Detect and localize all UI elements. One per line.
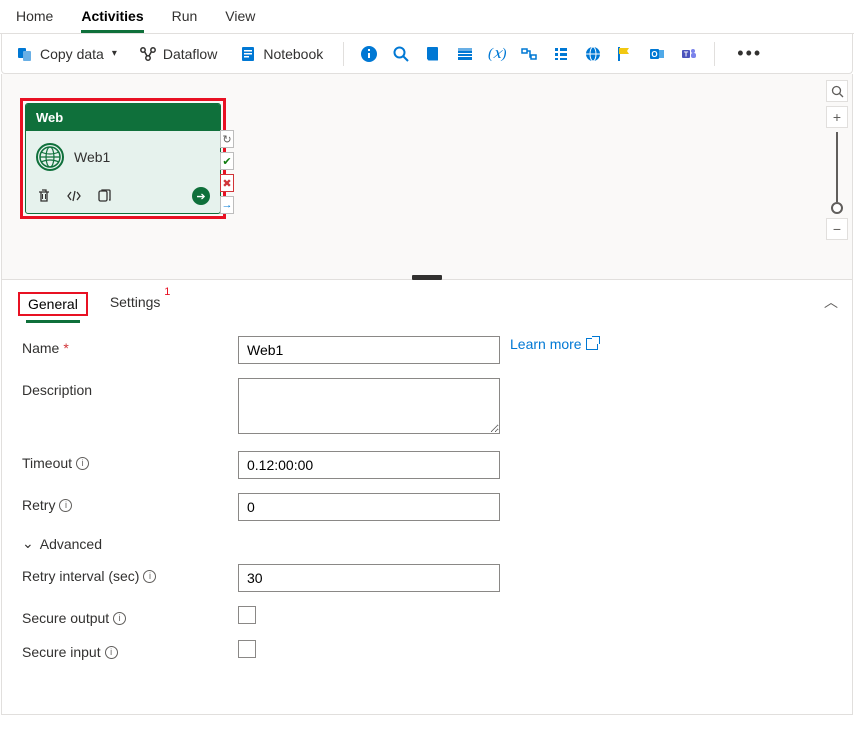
timeout-input[interactable]	[238, 451, 500, 479]
secure-input-checkbox[interactable]	[238, 640, 256, 658]
chevron-down-icon: ⌄	[22, 535, 34, 552]
connector-completion-icon[interactable]: →	[220, 196, 234, 214]
node-name: Web1	[74, 149, 110, 165]
properties-tabs: General Settings 1 ︿	[2, 280, 852, 318]
activities-toolbar: Copy data ▾ Dataflow Notebook (𝑥) O T ••…	[1, 34, 853, 74]
more-button[interactable]: •••	[731, 43, 768, 64]
activity-node-web[interactable]: Web Web1 ➔ ↻ ✔ ✖ →	[25, 103, 221, 214]
outlook-icon[interactable]: O	[648, 45, 666, 63]
highlight-general-tab: General	[18, 292, 88, 316]
svg-text:O: O	[652, 50, 658, 59]
chevron-down-icon: ▾	[112, 48, 117, 59]
connector-skip-icon[interactable]: ↻	[220, 130, 234, 148]
tab-settings[interactable]: Settings 1	[108, 290, 163, 318]
tab-view[interactable]: View	[225, 8, 255, 33]
learn-more-label: Learn more	[510, 336, 582, 352]
zoom-slider-handle[interactable]	[831, 202, 843, 214]
dataflow-button[interactable]: Dataflow	[135, 41, 221, 67]
list-icon[interactable]	[552, 45, 570, 63]
canvas-search-icon[interactable]	[826, 80, 848, 102]
advanced-label: Advanced	[40, 536, 102, 552]
script-icon[interactable]	[424, 45, 442, 63]
secure-input-label: Secure input	[22, 644, 101, 660]
ribbon-tabs: Home Activities Run View	[0, 0, 854, 34]
dataflow-icon	[139, 45, 157, 63]
copy-data-button[interactable]: Copy data ▾	[12, 41, 121, 67]
info-icon[interactable]: i	[105, 646, 118, 659]
web-icon[interactable]	[584, 45, 602, 63]
retry-input[interactable]	[238, 493, 500, 521]
toolbar-separator	[714, 42, 715, 66]
copy-data-label: Copy data	[40, 46, 104, 62]
canvas-zoom-controls: + −	[826, 80, 848, 240]
retry-interval-input[interactable]	[238, 564, 500, 592]
info-icon[interactable]: i	[76, 457, 89, 470]
run-icon[interactable]: ➔	[192, 187, 210, 205]
learn-more-link[interactable]: Learn more	[510, 336, 598, 352]
properties-panel: General Settings 1 ︿ Name * Learn more D…	[1, 280, 853, 715]
required-asterisk: *	[63, 340, 68, 356]
connector-fail-icon[interactable]: ✖	[220, 174, 234, 192]
zoom-slider-track[interactable]	[836, 132, 838, 202]
secure-output-label: Secure output	[22, 610, 109, 626]
description-input[interactable]	[238, 378, 500, 434]
retry-interval-label: Retry interval (sec)	[22, 568, 139, 584]
variable-icon[interactable]: (𝑥)	[488, 45, 506, 63]
name-label: Name	[22, 340, 59, 356]
toolbar-separator	[343, 42, 344, 66]
advanced-toggle[interactable]: ⌄ Advanced	[22, 535, 832, 552]
tab-home[interactable]: Home	[16, 8, 53, 33]
search-icon[interactable]	[392, 45, 410, 63]
tab-settings-label: Settings	[110, 294, 161, 310]
tab-general[interactable]: General	[26, 292, 80, 323]
copy-data-icon	[16, 45, 34, 63]
notebook-label: Notebook	[263, 46, 323, 62]
collapse-panel-icon[interactable]: ︿	[824, 292, 838, 312]
node-connectors: ↻ ✔ ✖ →	[220, 130, 234, 214]
highlight-node: Web Web1 ➔ ↻ ✔ ✖ →	[20, 98, 226, 219]
connector-success-icon[interactable]: ✔	[220, 152, 234, 170]
general-form: Name * Learn more Description Timeout i …	[2, 318, 852, 660]
pipeline-icon[interactable]	[520, 45, 538, 63]
notebook-icon	[239, 45, 257, 63]
tab-activities[interactable]: Activities	[81, 8, 143, 33]
tab-run[interactable]: Run	[172, 8, 198, 33]
retry-label: Retry	[22, 497, 55, 513]
code-icon[interactable]	[66, 188, 82, 204]
teams-icon[interactable]: T	[680, 45, 698, 63]
timeout-label: Timeout	[22, 455, 72, 471]
zoom-in-button[interactable]: +	[826, 106, 848, 128]
info-icon[interactable]	[360, 45, 378, 63]
info-icon[interactable]: i	[59, 499, 72, 512]
dataflow-label: Dataflow	[163, 46, 217, 62]
zoom-out-button[interactable]: −	[826, 218, 848, 240]
delete-icon[interactable]	[36, 188, 52, 204]
highlight-index: 1	[164, 286, 170, 298]
info-icon[interactable]: i	[143, 570, 156, 583]
secure-output-checkbox[interactable]	[238, 606, 256, 624]
pipeline-canvas[interactable]: Web Web1 ➔ ↻ ✔ ✖ → +	[1, 74, 853, 280]
globe-icon	[36, 143, 64, 171]
layout-icon[interactable]	[456, 45, 474, 63]
svg-text:T: T	[684, 51, 689, 58]
notebook-button[interactable]: Notebook	[235, 41, 327, 67]
description-label: Description	[22, 382, 92, 398]
node-type-label: Web	[26, 104, 220, 131]
name-input[interactable]	[238, 336, 500, 364]
info-icon[interactable]: i	[113, 612, 126, 625]
clone-icon[interactable]	[96, 188, 112, 204]
external-link-icon	[586, 338, 598, 350]
flag-icon[interactable]	[616, 45, 634, 63]
